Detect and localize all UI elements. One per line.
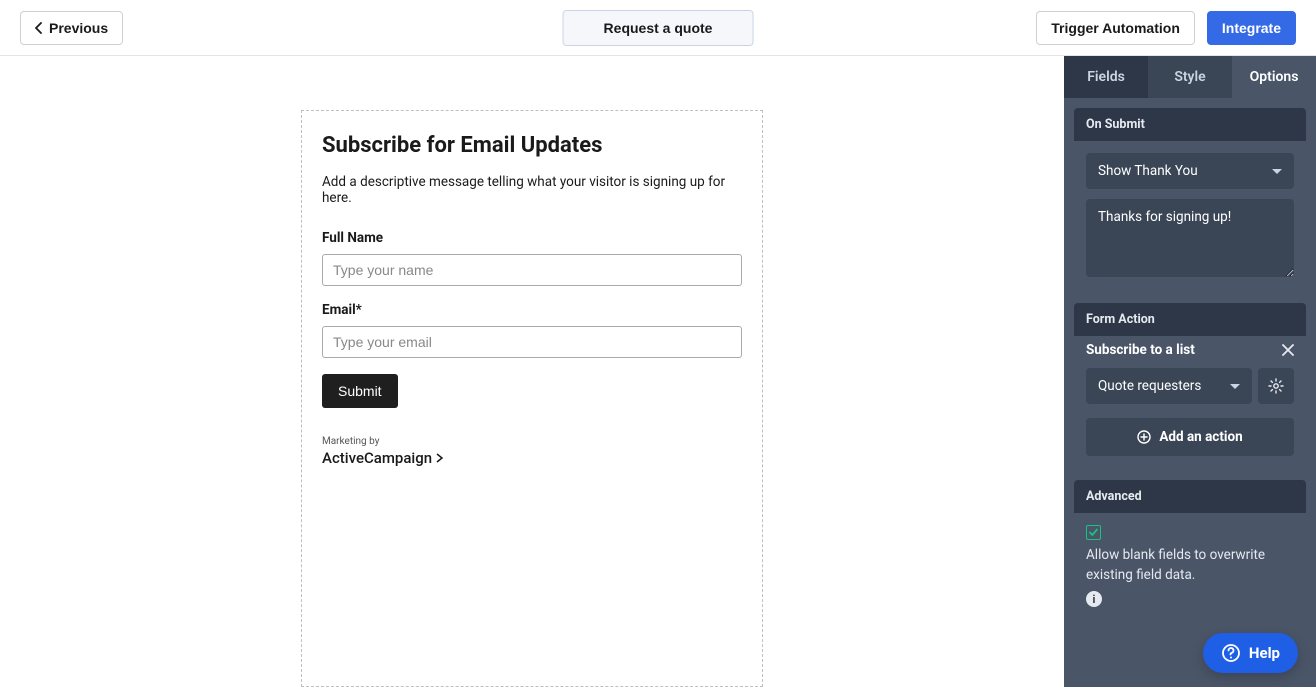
tab-style[interactable]: Style	[1148, 56, 1232, 98]
advanced-header: Advanced	[1074, 480, 1306, 513]
fullname-input[interactable]	[322, 254, 742, 286]
help-icon	[1221, 643, 1241, 663]
form-action-section: Form Action Subscribe to a list Quote re…	[1074, 303, 1306, 470]
email-input[interactable]	[322, 326, 742, 358]
form-action-header: Form Action	[1074, 303, 1306, 336]
list-settings-button[interactable]	[1258, 368, 1294, 404]
brand-name: ActiveCampaign	[322, 449, 432, 467]
overwrite-label: Allow blank fields to overwrite existing…	[1086, 546, 1294, 585]
previous-button[interactable]: Previous	[20, 11, 123, 45]
top-bar: Previous Request a quote Trigger Automat…	[0, 0, 1316, 56]
close-icon[interactable]	[1282, 344, 1294, 356]
chevron-down-icon	[1272, 169, 1282, 174]
previous-label: Previous	[49, 20, 108, 36]
on-submit-section: On Submit Show Thank You	[1074, 108, 1306, 293]
fullname-label: Full Name	[322, 230, 742, 246]
help-button[interactable]: Help	[1203, 633, 1298, 673]
brand-logo[interactable]: ActiveCampaign	[322, 449, 742, 467]
action-subscribe-label: Subscribe to a list	[1086, 342, 1195, 358]
help-label: Help	[1249, 644, 1280, 662]
list-select[interactable]: Quote requesters	[1086, 368, 1252, 404]
list-select-value: Quote requesters	[1098, 378, 1201, 394]
integrate-button[interactable]: Integrate	[1207, 11, 1296, 45]
add-action-label: Add an action	[1159, 429, 1242, 445]
form-heading: Subscribe for Email Updates	[322, 133, 742, 158]
plus-circle-icon	[1137, 430, 1151, 444]
on-submit-header: On Submit	[1074, 108, 1306, 141]
info-icon[interactable]: i	[1086, 591, 1102, 607]
tab-options[interactable]: Options	[1232, 56, 1316, 98]
form-canvas: Subscribe for Email Updates Add a descri…	[0, 56, 1064, 687]
tab-fields[interactable]: Fields	[1064, 56, 1148, 98]
on-submit-mode-select[interactable]: Show Thank You	[1086, 153, 1294, 189]
chevron-down-icon	[1230, 384, 1240, 389]
check-icon	[1088, 527, 1099, 538]
settings-panel: Fields Style Options On Submit Show Than…	[1064, 56, 1316, 687]
chevron-left-icon	[35, 22, 43, 34]
overwrite-checkbox[interactable]	[1086, 525, 1101, 540]
marketing-by-label: Marketing by	[322, 436, 742, 447]
form-description: Add a descriptive message telling what y…	[322, 174, 742, 206]
add-action-button[interactable]: Add an action	[1086, 418, 1294, 456]
on-submit-mode-value: Show Thank You	[1098, 163, 1198, 179]
thank-you-message-textarea[interactable]	[1086, 199, 1294, 277]
email-label: Email*	[322, 302, 742, 318]
trigger-automation-button[interactable]: Trigger Automation	[1036, 11, 1195, 45]
form-preview[interactable]: Subscribe for Email Updates Add a descri…	[301, 110, 763, 687]
advanced-section: Advanced Allow blank fields to overwrite…	[1074, 480, 1306, 619]
brand-chevron-icon	[435, 453, 445, 463]
submit-button[interactable]: Submit	[322, 374, 398, 408]
panel-tabs: Fields Style Options	[1064, 56, 1316, 98]
form-title-button[interactable]: Request a quote	[563, 10, 754, 46]
gear-icon	[1268, 378, 1284, 394]
